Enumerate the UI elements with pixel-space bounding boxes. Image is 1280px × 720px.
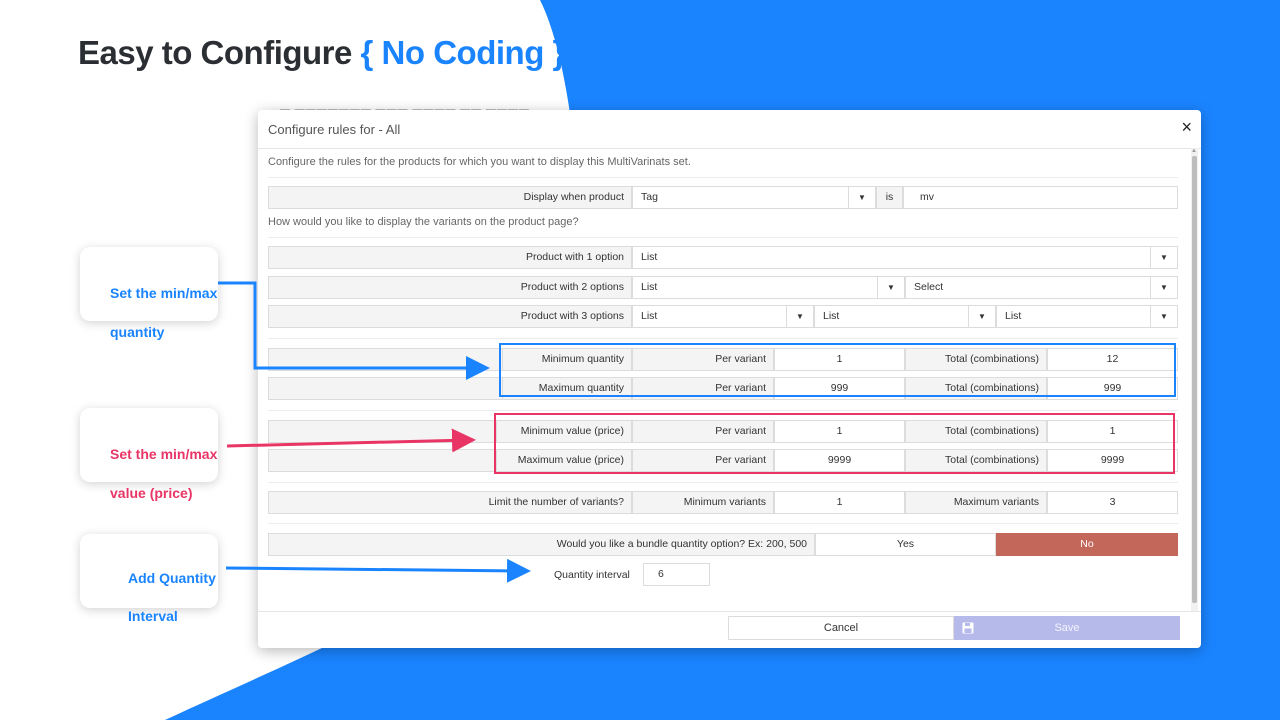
min-value-label: Minimum value (price) <box>496 420 632 443</box>
quantity-interval-input[interactable]: 6 <box>643 563 710 586</box>
headline-accent: { No Coding } <box>360 34 566 71</box>
callout-line: Set the min/max <box>110 446 218 462</box>
page-headline: Easy to Configure { No Coding } <box>78 34 565 72</box>
max-value-total-input[interactable]: 9999 <box>1047 449 1178 472</box>
callout-minmax-value: Set the min/max value (price) <box>80 408 218 501</box>
option-3-select-3[interactable]: List ▼ <box>996 305 1178 328</box>
quantity-interval-label: Quantity interval <box>554 569 630 581</box>
divider <box>268 523 1178 524</box>
configure-rules-modal: Configure rules for - All × ▲ Configure … <box>258 110 1201 648</box>
divider <box>268 237 1178 238</box>
total-combinations-label: Total (combinations) <box>905 348 1047 371</box>
max-quantity-per-variant-input[interactable]: 999 <box>774 377 905 400</box>
scroll-up-icon[interactable]: ▲ <box>1191 148 1197 154</box>
divider <box>268 482 1178 483</box>
modal-title: Configure rules for - All <box>268 122 401 137</box>
min-variants-label: Minimum variants <box>632 491 774 514</box>
save-button[interactable]: Save <box>954 616 1180 640</box>
option-2-select-1[interactable]: List ▼ <box>632 276 905 299</box>
caret-down-icon[interactable]: ▼ <box>1150 247 1177 268</box>
callout-line: Set the min/max <box>110 285 218 301</box>
select-value: Select <box>914 281 944 293</box>
option-1-select[interactable]: List ▼ <box>632 246 1178 269</box>
callout-line: Interval <box>128 608 178 624</box>
caret-down-icon[interactable]: ▼ <box>968 306 995 327</box>
select-value: List <box>641 251 658 263</box>
operator-label: is <box>876 186 903 209</box>
max-value-label: Maximum value (price) <box>496 449 632 472</box>
max-quantity-label: Maximum quantity <box>502 377 632 400</box>
callout-line: Add Quantity <box>128 570 216 586</box>
callout-quantity-interval: Add Quantity Interval <box>80 534 218 624</box>
bundle-question-label: Would you like a bundle quantity option?… <box>268 533 815 556</box>
total-combinations-label: Total (combinations) <box>905 449 1047 472</box>
min-value-per-variant-input[interactable]: 1 <box>774 420 905 443</box>
bundle-yes-button[interactable]: Yes <box>815 533 996 556</box>
limit-variants-label: Limit the number of variants? <box>268 491 632 514</box>
callout-minmax-quantity: Set the min/max quantity <box>80 247 218 340</box>
select-value: Tag <box>641 191 658 203</box>
caret-down-icon[interactable]: ▼ <box>848 187 875 208</box>
cancel-button[interactable]: Cancel <box>728 616 954 640</box>
min-variants-input[interactable]: 1 <box>774 491 905 514</box>
save-label: Save <box>1054 622 1080 634</box>
caret-down-icon[interactable]: ▼ <box>1150 306 1177 327</box>
total-combinations-label: Total (combinations) <box>905 420 1047 443</box>
max-value-per-variant-input[interactable]: 9999 <box>774 449 905 472</box>
option-3-select-1[interactable]: List ▼ <box>632 305 814 328</box>
min-quantity-total-input[interactable]: 12 <box>1047 348 1178 371</box>
option-2-select-2[interactable]: Select ▼ <box>905 276 1178 299</box>
divider <box>258 148 1201 149</box>
floppy-disk-icon <box>962 622 974 634</box>
total-combinations-label: Total (combinations) <box>905 377 1047 400</box>
select-value: List <box>1005 310 1022 322</box>
per-variant-label: Per variant <box>632 348 774 371</box>
min-quantity-per-variant-input[interactable]: 1 <box>774 348 905 371</box>
option-3-select-2[interactable]: List ▼ <box>814 305 996 328</box>
callout-line: quantity <box>110 324 165 340</box>
max-quantity-total-input[interactable]: 999 <box>1047 377 1178 400</box>
per-variant-label: Per variant <box>632 420 774 443</box>
display-question: How would you like to display the varian… <box>268 216 579 228</box>
caret-down-icon[interactable]: ▼ <box>877 277 904 298</box>
modal-description: Configure the rules for the products for… <box>268 156 691 168</box>
scrollbar[interactable]: ▲ <box>1191 148 1198 611</box>
callout-line: value (price) <box>110 485 193 501</box>
caret-down-icon[interactable]: ▼ <box>786 306 813 327</box>
display-when-label: Display when product <box>268 186 632 209</box>
caret-down-icon[interactable]: ▼ <box>1150 277 1177 298</box>
divider <box>268 338 1178 339</box>
per-variant-label: Per variant <box>632 377 774 400</box>
select-value: List <box>823 310 840 322</box>
scrollbar-thumb[interactable] <box>1192 156 1197 603</box>
min-quantity-label: Minimum quantity <box>502 348 632 371</box>
option-2-label: Product with 2 options <box>268 276 632 299</box>
headline-text: Easy to Configure <box>78 34 361 71</box>
max-variants-input[interactable]: 3 <box>1047 491 1178 514</box>
divider <box>268 177 1178 178</box>
option-1-label: Product with 1 option <box>268 246 632 269</box>
bundle-no-button[interactable]: No <box>996 533 1178 556</box>
min-value-total-input[interactable]: 1 <box>1047 420 1178 443</box>
display-when-select[interactable]: Tag ▼ <box>632 186 876 209</box>
divider <box>268 410 1178 411</box>
tag-value-input[interactable]: mv <box>903 186 1178 209</box>
max-variants-label: Maximum variants <box>905 491 1047 514</box>
select-value: List <box>641 310 658 322</box>
per-variant-label: Per variant <box>632 449 774 472</box>
option-3-label: Product with 3 options <box>268 305 632 328</box>
close-icon[interactable]: × <box>1181 118 1192 136</box>
select-value: List <box>641 281 658 293</box>
divider <box>258 611 1201 612</box>
